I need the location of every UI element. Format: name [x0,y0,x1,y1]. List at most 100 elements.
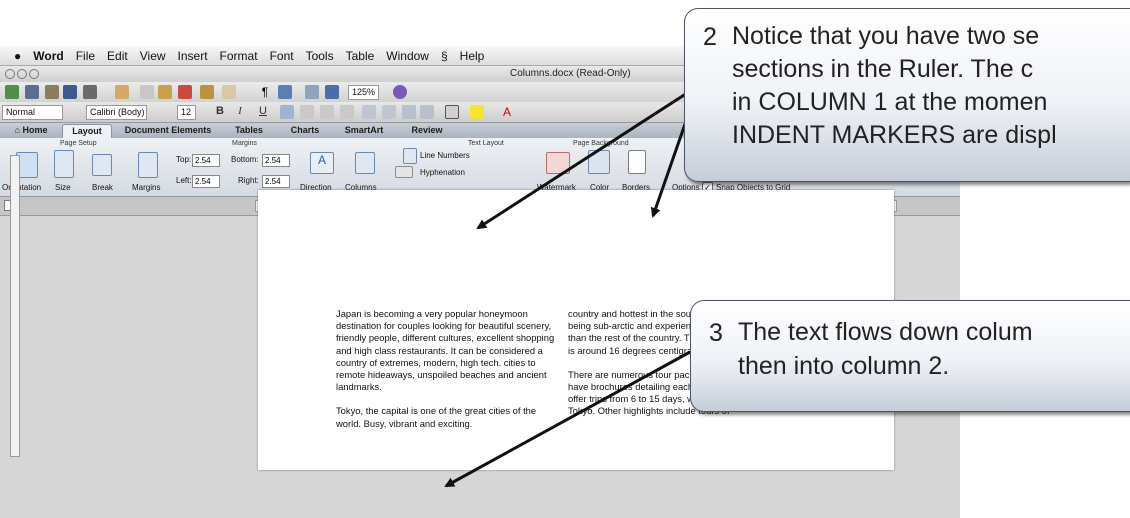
break-button[interactable]: Break [92,183,113,192]
zoom-field[interactable]: 125% [348,85,379,100]
column-1: Japan is becoming a very popular honeymo… [336,308,558,442]
paste-icon[interactable] [158,85,172,99]
underline-button[interactable]: U [255,105,271,119]
font-color-icon[interactable]: A [500,105,514,119]
line-numbers-icon[interactable] [403,148,417,164]
align-right-icon[interactable] [320,105,334,119]
top-margin-field[interactable]: 2.54 [192,154,220,167]
callout-3-number: 3 [709,319,723,347]
undo-arrow-icon[interactable] [200,85,214,99]
menu-font[interactable]: Font [270,49,294,63]
bottom-margin-field[interactable]: 2.54 [262,154,290,167]
orientation-button[interactable]: Orientation [2,183,41,192]
close-window-icon[interactable] [5,69,15,79]
menu-edit[interactable]: Edit [107,49,128,63]
tab-document-elements[interactable]: Document Elements [118,124,218,137]
pilcrow-icon[interactable]: ¶ [258,85,272,99]
tab-tables[interactable]: Tables [226,124,272,137]
break-icon[interactable] [92,154,112,176]
tab-home[interactable]: ⌂ Home [6,124,56,137]
hyphenation-button[interactable]: Hyphenation [420,168,465,177]
bullets-icon[interactable] [362,105,376,119]
numbering-icon[interactable] [382,105,396,119]
highlight-icon[interactable] [470,105,484,119]
apple-menu-icon[interactable]: ● [14,49,21,63]
left-margin-field[interactable]: 2.54 [192,175,220,188]
print-icon[interactable] [83,85,97,99]
bottom-margin-label: Bottom: [231,155,259,164]
left-margin-label: Left: [176,176,192,185]
font-size-select[interactable]: 12 [177,105,196,120]
align-center-icon[interactable] [300,105,314,119]
callout-2-number: 2 [703,23,717,51]
callout-2-line-1: Notice that you have two se [732,22,1040,50]
tab-charts[interactable]: Charts [282,124,328,137]
size-icon[interactable] [54,150,74,178]
paragraph: Tokyo, the capital is one of the great c… [336,405,537,429]
sidebar-icon[interactable] [278,85,292,99]
help-icon[interactable] [393,85,407,99]
size-button[interactable]: Size [55,183,71,192]
callout-3: 3 The text flows down colum then into co… [690,300,1130,412]
menu-format[interactable]: Format [220,49,258,63]
borders-icon[interactable] [445,105,459,119]
style-select[interactable]: Normal [2,105,63,120]
tab-smartart[interactable]: SmartArt [336,124,392,137]
redo-arrow-icon[interactable] [222,85,236,99]
menu-window[interactable]: Window [386,49,429,63]
columns-icon[interactable] [355,152,375,174]
callout-3-line-1: The text flows down colum [738,318,1033,346]
minimize-window-icon[interactable] [17,69,27,79]
font-select[interactable]: Calibri (Body) [86,105,147,120]
margins-icon[interactable] [138,152,158,178]
italic-button[interactable]: I [232,105,248,119]
menu-view[interactable]: View [140,49,166,63]
page-borders-icon[interactable] [628,150,646,174]
undo-icon[interactable] [115,85,129,99]
menu-table[interactable]: Table [346,49,375,63]
direction-icon[interactable]: A [310,152,334,174]
group-page-background: Page Background [573,140,629,147]
menu-help[interactable]: Help [460,49,485,63]
callout-2-line-4: INDENT MARKERS are displ [732,121,1057,149]
callout-2-line-3: in COLUMN 1 at the momen [732,88,1048,116]
right-margin-field[interactable]: 2.54 [262,175,290,188]
tab-layout[interactable]: Layout [62,124,112,138]
new-document-icon[interactable] [5,85,19,99]
gallery-icon[interactable] [305,85,319,99]
menu-file[interactable]: File [76,49,95,63]
open-icon[interactable] [45,85,59,99]
zoom-window-icon[interactable] [29,69,39,79]
group-page-setup: Page Setup [60,140,97,147]
paragraph: Japan is becoming a very popular honeymo… [336,308,555,393]
group-text-layout: Text Layout [468,140,504,147]
increase-indent-icon[interactable] [420,105,434,119]
script-menu-icon[interactable]: § [441,49,448,63]
hyphenation-icon[interactable] [395,166,413,178]
align-left-icon[interactable] [280,105,294,119]
callout-2-line-2: sections in the Ruler. The c [732,55,1034,83]
top-margin-label: Top: [176,155,192,164]
app-menu[interactable]: Word [33,49,63,63]
bold-button[interactable]: B [212,105,228,119]
justify-icon[interactable] [340,105,354,119]
menu-insert[interactable]: Insert [178,49,208,63]
toolbox-icon[interactable] [325,85,339,99]
window-title: Columns.docx (Read-Only) [510,68,631,79]
line-numbers-button[interactable]: Line Numbers [420,151,470,160]
callout-2: 2 Notice that you have two se sections i… [684,8,1130,182]
group-margins: Margins [232,140,257,147]
templates-icon[interactable] [25,85,39,99]
menu-tools[interactable]: Tools [306,49,334,63]
format-painter-icon[interactable] [178,85,192,99]
vertical-ruler[interactable] [10,155,20,457]
watermark-icon[interactable] [546,152,570,174]
tab-review[interactable]: Review [402,124,452,137]
decrease-indent-icon[interactable] [402,105,416,119]
right-margin-label: Right: [238,176,259,185]
callout-3-line-2: then into column 2. [738,352,950,380]
margins-button[interactable]: Margins [132,183,160,192]
copy-icon[interactable] [140,85,154,99]
page-color-icon[interactable] [588,150,610,174]
save-icon[interactable] [63,85,77,99]
